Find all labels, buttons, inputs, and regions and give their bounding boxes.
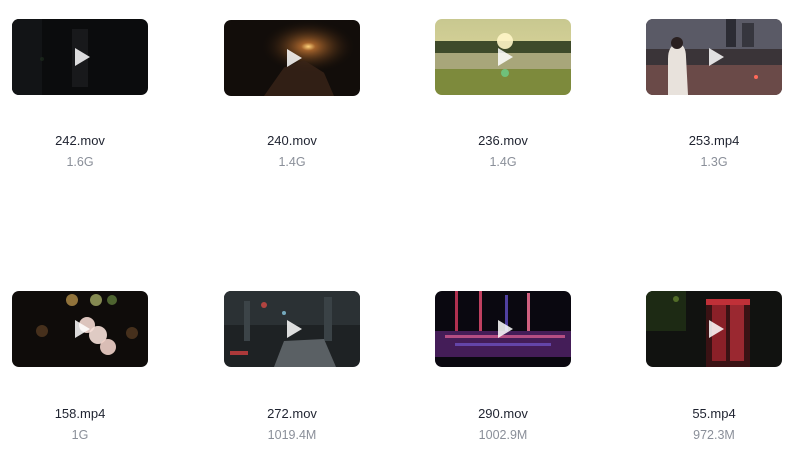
video-name: 272.mov [267,406,317,421]
play-icon[interactable] [495,47,515,67]
play-icon[interactable] [706,319,726,339]
video-thumbnail[interactable] [646,19,782,95]
video-thumbnail[interactable] [435,291,571,367]
video-grid: 242.mov 1.6G 240.mov 1.4G 236.mov 1.4G 2… [0,0,800,453]
video-card[interactable]: 272.mov 1019.4M [224,291,360,442]
video-size: 1.4G [489,155,517,169]
video-card[interactable]: 290.mov 1002.9M [435,291,571,442]
video-size: 1.3G [700,155,728,169]
video-card[interactable]: 242.mov 1.6G [12,19,148,169]
video-size: 1002.9M [478,428,528,442]
video-name: 242.mov [55,133,105,148]
play-icon[interactable] [495,319,515,339]
video-size: 972.3M [693,428,735,442]
video-thumbnail[interactable] [435,19,571,95]
play-icon[interactable] [72,319,92,339]
play-icon[interactable] [284,48,304,68]
play-icon[interactable] [706,47,726,67]
video-thumbnail[interactable] [224,291,360,367]
video-thumbnail[interactable] [12,19,148,95]
video-thumbnail[interactable] [12,291,148,367]
play-icon[interactable] [284,319,304,339]
play-icon[interactable] [72,47,92,67]
video-card[interactable]: 236.mov 1.4G [435,19,571,169]
video-size: 1019.4M [267,428,317,442]
video-card[interactable]: 55.mp4 972.3M [646,291,782,442]
video-size: 1.6G [66,155,94,169]
video-thumbnail[interactable] [224,20,360,96]
video-card[interactable]: 240.mov 1.4G [224,20,360,169]
video-card[interactable]: 158.mp4 1G [12,291,148,442]
video-name: 158.mp4 [54,406,106,421]
video-name: 55.mp4 [692,406,736,421]
video-thumbnail[interactable] [646,291,782,367]
video-size: 1.4G [278,155,306,169]
video-card[interactable]: 253.mp4 1.3G [646,19,782,169]
video-name: 236.mov [478,133,528,148]
video-name: 253.mp4 [688,133,740,148]
video-name: 290.mov [478,406,528,421]
video-name: 240.mov [267,133,317,148]
video-size: 1G [71,428,89,442]
